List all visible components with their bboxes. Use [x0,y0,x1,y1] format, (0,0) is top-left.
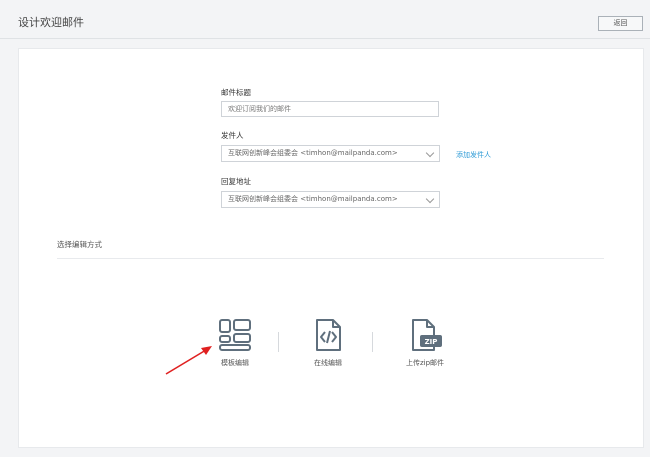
reply-to-select-value: 互联网创新峰会组委会 <timhon@mailpanda.com> [228,195,398,203]
zip-file-icon: ZIP [412,319,442,351]
option-separator [372,332,373,352]
sender-select-value: 互联网创新峰会组委会 <timhon@mailpanda.com> [228,149,398,157]
add-sender-link[interactable]: 添加发件人 [456,150,491,160]
back-button[interactable]: 返回 [598,16,643,31]
subject-input[interactable] [221,101,439,117]
red-arrow-annotation [165,346,212,375]
section-divider [57,258,604,259]
editor-section-title: 选择编辑方式 [57,240,102,249]
sender-label: 发件人 [221,131,244,140]
zip-upload-option[interactable]: ZIP 上传zip邮件 [392,318,458,368]
header-divider [0,38,650,39]
code-file-icon [316,319,341,351]
reply-to-select[interactable]: 互联网创新峰会组委会 <timhon@mailpanda.com> [221,191,440,208]
online-editor-option[interactable]: 在线编辑 [298,318,358,368]
template-layout-icon [219,319,251,351]
chevron-down-icon [425,194,435,204]
reply-to-label: 回复地址 [221,177,251,186]
sender-select[interactable]: 互联网创新峰会组委会 <timhon@mailpanda.com> [221,145,440,162]
zip-icon-text: ZIP [425,338,438,346]
option-separator [278,332,279,352]
zip-upload-label: 上传zip邮件 [405,359,445,367]
page-title: 设计欢迎邮件 [18,16,84,29]
chevron-down-icon [425,148,435,158]
online-editor-label: 在线编辑 [314,359,342,367]
subject-label: 邮件标题 [221,88,251,97]
